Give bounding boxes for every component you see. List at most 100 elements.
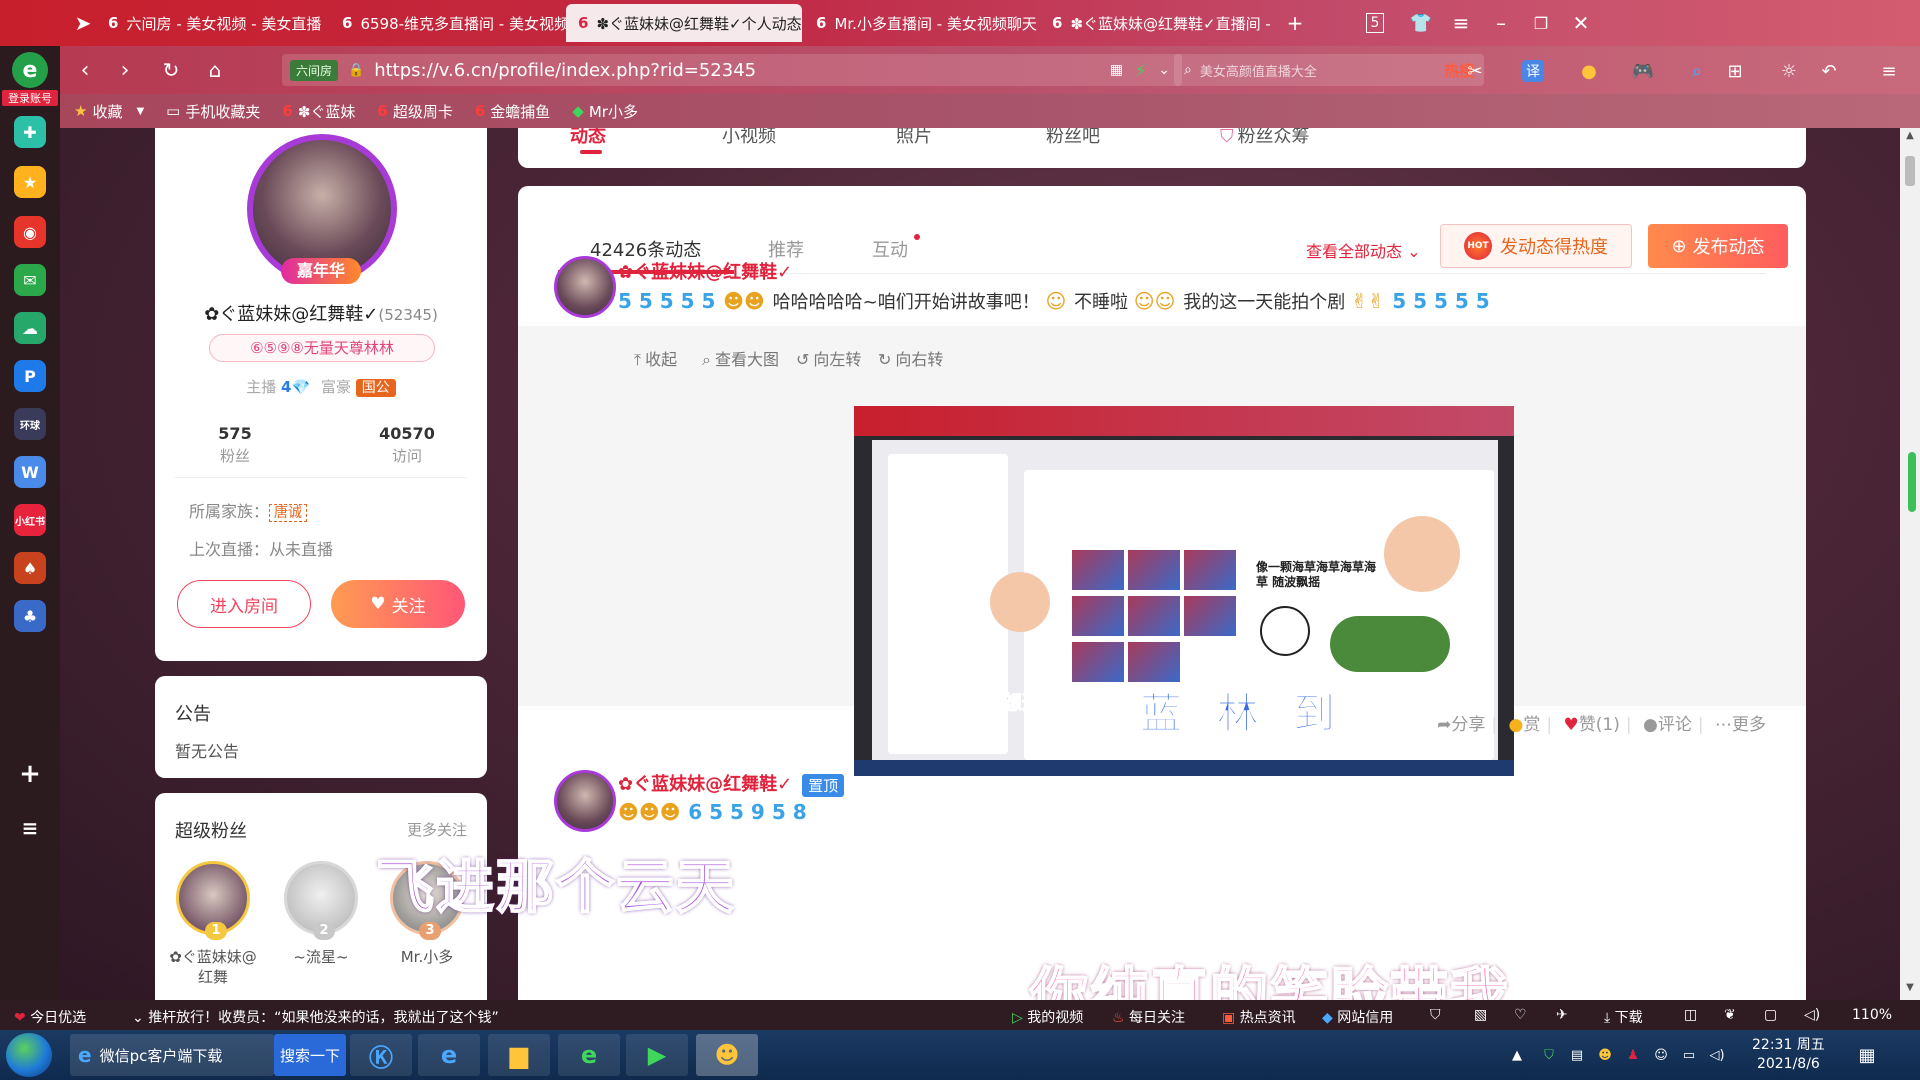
post-avatar[interactable] bbox=[554, 770, 616, 832]
more-button[interactable]: ⋯更多 bbox=[1715, 715, 1766, 735]
download-link[interactable]: ⤓ 下载 bbox=[1604, 1007, 1643, 1027]
publish-post-button[interactable]: ⊕ 发布动态 bbox=[1648, 224, 1788, 268]
zoom-level[interactable]: 110% bbox=[1852, 1007, 1892, 1023]
scroll-down-icon[interactable]: ▼ bbox=[1900, 982, 1920, 998]
media-player-icon[interactable]: ▶ bbox=[626, 1034, 688, 1076]
game2-icon[interactable]: ♣ bbox=[14, 600, 46, 632]
start-button[interactable] bbox=[6, 1033, 52, 1077]
bookmark-mr-xiaoduo[interactable]: ◆ Mr小多 bbox=[572, 101, 638, 122]
feed-tab-interact[interactable]: 互动 bbox=[872, 236, 908, 262]
explorer-folder-icon[interactable]: ▆ bbox=[488, 1034, 550, 1076]
scissors-icon[interactable]: ✂ bbox=[1462, 58, 1488, 84]
rotate-right-button[interactable]: ↻ 向右转 bbox=[878, 346, 943, 370]
tray-clock[interactable]: 22:31 周五 2021/8/6 bbox=[1752, 1036, 1825, 1074]
vertical-scrollbar[interactable]: ▲ ▼ bbox=[1900, 128, 1920, 1000]
new-tab-button[interactable]: + bbox=[1280, 8, 1310, 38]
follow-button[interactable]: ♥ 关注 bbox=[331, 580, 465, 628]
restore-icon[interactable]: ❐ bbox=[1526, 8, 1556, 38]
k-app-icon[interactable]: Ⓚ bbox=[350, 1034, 412, 1076]
back-icon[interactable]: ‹ bbox=[70, 55, 100, 85]
gamepad-icon[interactable]: 🎮 bbox=[1630, 58, 1656, 84]
window-close-icon[interactable]: ✕ bbox=[1566, 8, 1596, 38]
tray-user-icon[interactable]: ☺ bbox=[1652, 1046, 1670, 1064]
translate-icon[interactable]: 译 bbox=[1522, 60, 1544, 82]
plus-app-icon[interactable]: ✚ bbox=[14, 116, 46, 148]
enter-room-button[interactable]: 进入房间 bbox=[177, 580, 311, 628]
qr-icon[interactable]: ▦ bbox=[1110, 62, 1123, 78]
mail-icon[interactable]: ✉ bbox=[14, 264, 46, 296]
rocket-icon[interactable]: ✈ bbox=[1556, 1007, 1568, 1023]
taskbar-search[interactable]: 搜索一下 bbox=[274, 1034, 346, 1076]
superfans-more-link[interactable]: 更多关注 bbox=[407, 819, 467, 840]
skin-icon[interactable]: 👕 bbox=[1406, 8, 1436, 38]
coin-icon[interactable]: ● bbox=[1576, 58, 1602, 84]
bookmark-favorites[interactable]: ★ 收藏 ▼ bbox=[74, 101, 144, 122]
speed-icon[interactable]: ⚡ bbox=[1135, 61, 1146, 80]
view-large-button[interactable]: ⌕ 查看大图 bbox=[702, 346, 779, 370]
tab-6598[interactable]: 6 6598-维克多直播间 - 美女视频 bbox=[330, 4, 566, 42]
daily-follow-link[interactable]: ♨ 每日关注 bbox=[1112, 1007, 1185, 1027]
brightness-icon[interactable]: ☼ bbox=[1776, 58, 1802, 84]
cloud-icon[interactable]: ☁ bbox=[14, 312, 46, 344]
reward-button[interactable]: ●赏 bbox=[1509, 715, 1541, 735]
news-app-icon[interactable]: 环球 bbox=[14, 408, 46, 440]
tab-dynamics[interactable]: 动态 bbox=[570, 128, 606, 148]
fans-stat[interactable]: 575 粉丝 bbox=[175, 424, 295, 466]
news-ticker[interactable]: ⌄ 推杆放行！收费员：“如果他没来的话，我就出了这个钱” bbox=[132, 1007, 499, 1027]
shield-status-icon[interactable]: ⛉ bbox=[1430, 1007, 1441, 1023]
tray-shield-icon[interactable]: ⛉ bbox=[1540, 1046, 1558, 1064]
scroll-thumb[interactable] bbox=[1905, 156, 1915, 186]
like-button[interactable]: ♥赞(1) bbox=[1564, 715, 1620, 735]
xiaohongshu-icon[interactable]: 小红书 bbox=[14, 504, 46, 536]
weibo-icon[interactable]: ◉ bbox=[14, 216, 46, 248]
list-icon[interactable]: ≡ bbox=[14, 812, 46, 844]
more-menu-icon[interactable]: ≡ bbox=[1876, 58, 1902, 84]
collapse-button[interactable]: ⤒ 收起 bbox=[634, 346, 677, 370]
tab-crowdfunding[interactable]: ⛉ 粉丝众筹 bbox=[1220, 128, 1310, 148]
post-author-line[interactable]: ✿ぐ蓝妹妹@红舞鞋✓ 置顶 bbox=[618, 770, 845, 797]
rotate-left-button[interactable]: ↺ 向左转 bbox=[796, 346, 861, 370]
post-image[interactable]: 像一颗海草海草海草海草 随波飘摇 我想邀请你坐上我的野摩托 蓝 林 到 陪着我的… bbox=[854, 406, 1514, 776]
cartoon-app-icon[interactable]: ☻ bbox=[696, 1034, 758, 1076]
post-for-heat-button[interactable]: HOT 发动态得热度 bbox=[1440, 224, 1632, 268]
tray-qq-icon[interactable]: ♟ bbox=[1624, 1046, 1642, 1064]
comment-button[interactable]: ●评论 bbox=[1643, 715, 1692, 735]
chevron-down-icon[interactable]: ⌄ bbox=[1158, 62, 1170, 78]
taskbar-ie-download[interactable]: e 微信pc客户端下载 bbox=[70, 1034, 274, 1076]
tab-mr-xiaoduo[interactable]: 6 Mr.小多直播间 - 美女视频聊天 bbox=[804, 4, 1040, 42]
home-icon[interactable]: ⌂ bbox=[200, 55, 230, 85]
today-picks[interactable]: ❤ 今日优选 bbox=[14, 1007, 86, 1027]
address-bar[interactable]: 六间房 🔒 https://v.6.cn/profile/index.php?r… bbox=[282, 54, 1182, 86]
bookmark-lanmeimei[interactable]: 6 ✽ぐ蓝妹 bbox=[282, 101, 355, 122]
tab-profile-active[interactable]: 6 ✽ぐ蓝妹妹@红舞鞋✓个人动态 ✕ bbox=[566, 4, 802, 42]
my-video-link[interactable]: ▷ 我的视频 bbox=[1012, 1007, 1083, 1027]
search-box[interactable]: ⌕ 美女高颜值直播大全 热搜 bbox=[1174, 54, 1484, 86]
tab-count-badge[interactable]: 5 bbox=[1366, 13, 1384, 33]
p-app-icon[interactable]: P bbox=[14, 360, 46, 392]
window-icon[interactable]: ▢ bbox=[1764, 1007, 1777, 1023]
tab-live-room[interactable]: 6 ✽ぐ蓝妹妹@红舞鞋✓直播间 - bbox=[1040, 4, 1270, 42]
tab-fan-bar[interactable]: 粉丝吧 bbox=[1046, 128, 1100, 148]
image-status-icon[interactable]: ▧ bbox=[1474, 1007, 1487, 1023]
view-all-dynamics[interactable]: 查看全部动态 ⌄ bbox=[1306, 238, 1421, 262]
tray-wechat-icon[interactable]: ☻ bbox=[1596, 1046, 1614, 1064]
scroll-up-icon[interactable]: ▲ bbox=[1900, 130, 1920, 146]
browser-menu-icon[interactable]: ➤ bbox=[68, 8, 98, 38]
site-credit-link[interactable]: ◆ 网站信用 bbox=[1322, 1007, 1393, 1027]
post-author[interactable]: ✿ぐ蓝妹妹@红舞鞋✓ bbox=[618, 258, 792, 284]
tab-short-videos[interactable]: 小视频 bbox=[722, 128, 776, 148]
word-icon[interactable]: W bbox=[14, 456, 46, 488]
tray-expand-icon[interactable]: ▲ bbox=[1508, 1046, 1526, 1064]
heartbeat-icon[interactable]: ♡ bbox=[1514, 1007, 1527, 1023]
login-badge[interactable]: e 登录账号 bbox=[2, 52, 58, 108]
tab-photos[interactable]: 照片 bbox=[896, 128, 932, 148]
undo-icon[interactable]: ↶ bbox=[1816, 58, 1842, 84]
bookmark-fishing[interactable]: 6 金蟾捕鱼 bbox=[475, 101, 550, 122]
notification-icon[interactable]: ▦ bbox=[1858, 1045, 1876, 1066]
tray-ime-icon[interactable]: ▤ bbox=[1568, 1046, 1586, 1064]
forward-icon[interactable]: › bbox=[110, 55, 140, 85]
tray-network-icon[interactable]: ▭ bbox=[1680, 1046, 1698, 1064]
magnifier-icon[interactable]: ⌕ bbox=[1684, 58, 1710, 84]
360-browser-icon[interactable]: e bbox=[558, 1034, 620, 1076]
hot-news-link[interactable]: ▣ 热点资讯 bbox=[1222, 1007, 1296, 1027]
